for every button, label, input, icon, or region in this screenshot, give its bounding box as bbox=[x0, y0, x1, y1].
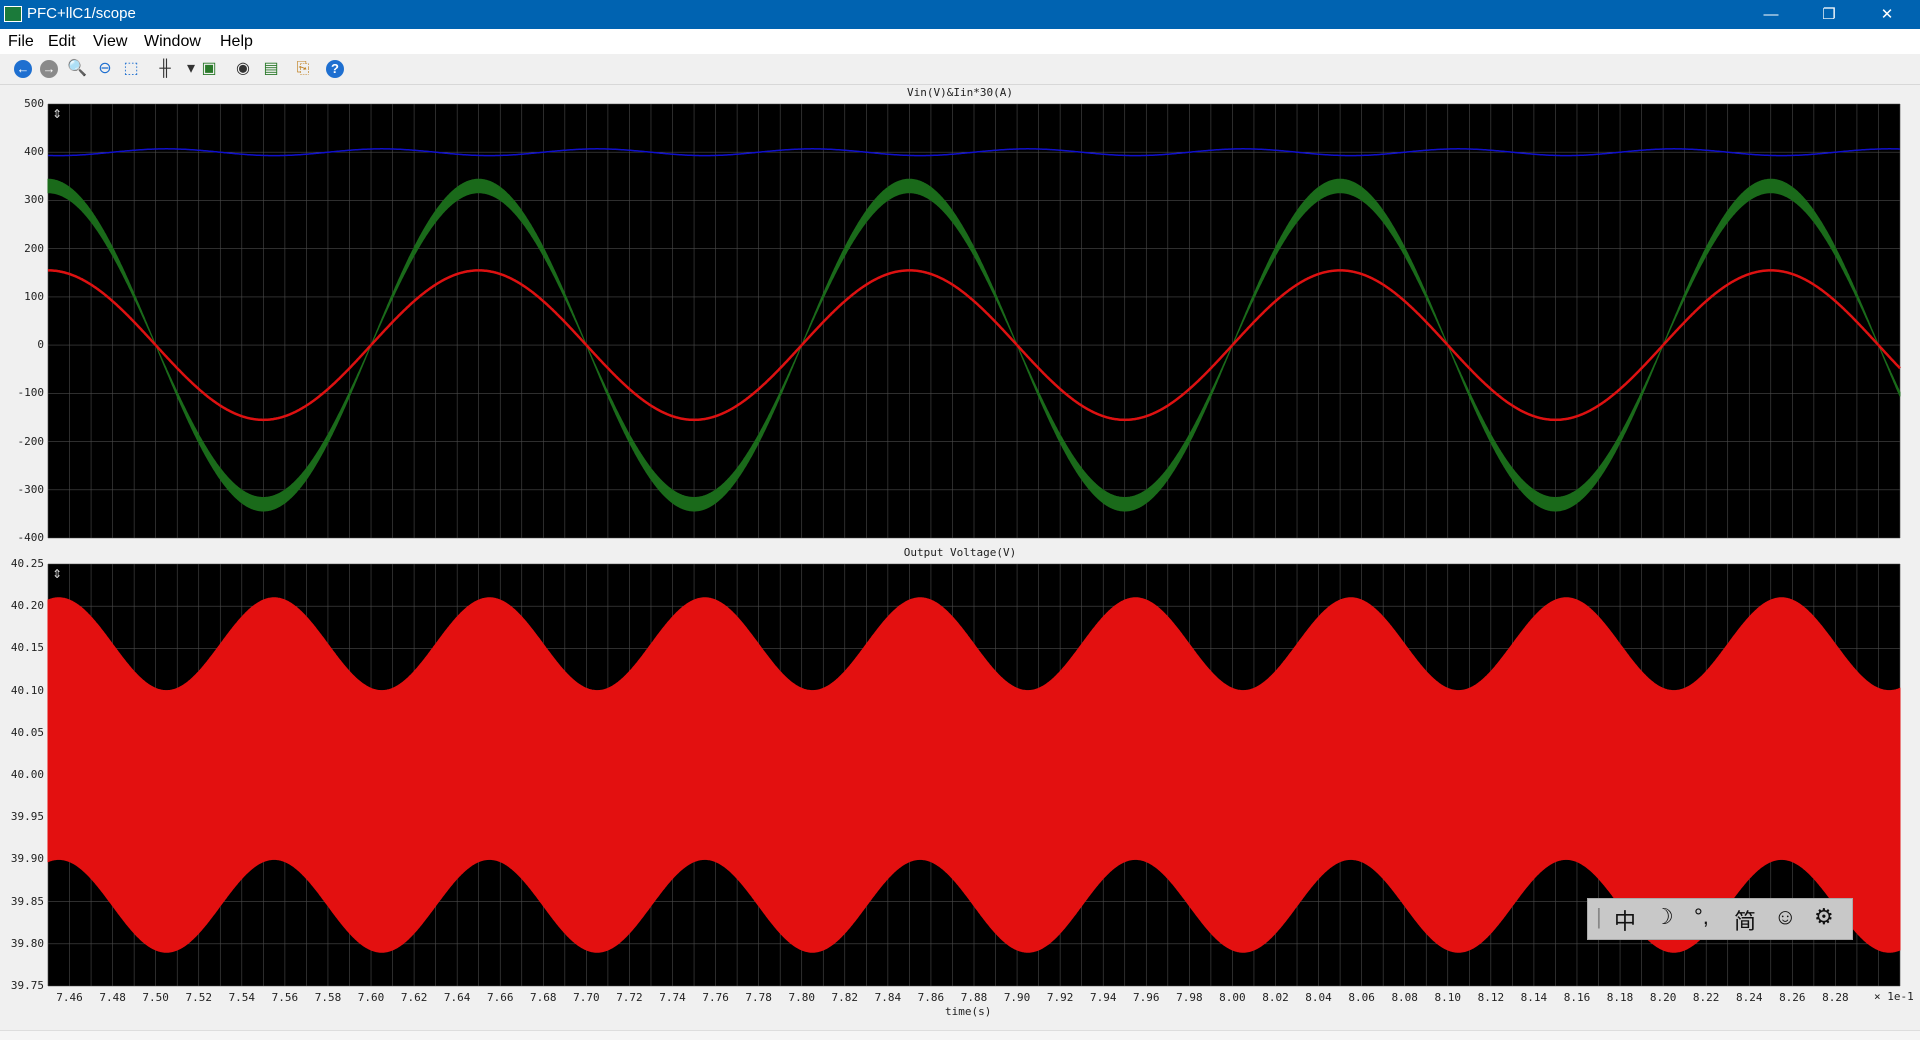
y-tick-label: 40.15 bbox=[10, 641, 44, 655]
zoom-out-icon[interactable]: ⊖ bbox=[94, 58, 116, 80]
ime-toolbar[interactable]: | 中 ☽ °, 简 ☺ ⚙ bbox=[1587, 898, 1853, 940]
y-tick-label: 39.95 bbox=[10, 810, 44, 824]
y-tick-label: -100 bbox=[17, 386, 45, 400]
minimize-button[interactable]: — bbox=[1748, 0, 1794, 29]
help-icon[interactable]: ? bbox=[326, 60, 344, 78]
panel1-chart: ⇕ bbox=[47, 103, 1901, 539]
app-icon bbox=[4, 6, 22, 22]
window-title: PFC+llC1/scope bbox=[27, 5, 136, 22]
screen-icon[interactable]: ▤ bbox=[260, 58, 282, 80]
menu-edit[interactable]: Edit bbox=[48, 33, 76, 51]
y-tick-label: 39.85 bbox=[10, 894, 44, 908]
menu-file[interactable]: File bbox=[8, 33, 34, 51]
y-tick-label: 300 bbox=[24, 193, 44, 207]
cursor-icon[interactable]: ╫ bbox=[154, 58, 176, 80]
title-bar: PFC+llC1/scope — ❐ ✕ bbox=[0, 0, 1920, 29]
panel1-title: Vin(V)&Iin*30(A) bbox=[907, 86, 1013, 99]
cursor-marker-icon[interactable]: ⇕ bbox=[52, 107, 62, 121]
display-icon[interactable]: ▣ bbox=[198, 58, 220, 80]
x-tick-label: 8.28 bbox=[1822, 991, 1849, 1004]
x-axis-scale: 1e-1 bbox=[1887, 990, 1914, 1003]
y-tick-label: 400 bbox=[24, 145, 44, 159]
x-axis-multiplier: × 1e-1 bbox=[1874, 990, 1914, 1003]
toolbar: ← → 🔍 ⊖ ⬚ ╫ ▾ ▣ ◉ ▤ ⎘? bbox=[0, 54, 1920, 85]
y-tick-label: 40.25 bbox=[10, 557, 44, 570]
ime-moon-icon[interactable]: ☽ bbox=[1654, 904, 1674, 930]
ime-settings-icon[interactable]: ⚙ bbox=[1814, 904, 1834, 930]
y-tick-label: -300 bbox=[17, 482, 45, 496]
y-tick-label: -200 bbox=[17, 434, 45, 448]
zoom-fit-icon[interactable]: ⬚ bbox=[120, 58, 142, 80]
ime-separator: | bbox=[1596, 904, 1602, 929]
y-tick-label: -400 bbox=[17, 531, 45, 544]
menu-view[interactable]: View bbox=[93, 33, 127, 51]
y-tick-label: 39.90 bbox=[10, 852, 44, 866]
back-icon[interactable]: ← bbox=[14, 60, 32, 78]
y-tick-label: 40.00 bbox=[10, 768, 44, 781]
menu-bar: File Edit View Window Help bbox=[0, 29, 1920, 54]
y-tick-label: 40.05 bbox=[10, 725, 44, 739]
export-icon[interactable]: ⎘ bbox=[292, 58, 314, 80]
ime-punct-icon[interactable]: °, bbox=[1694, 904, 1709, 930]
ime-simplified-icon[interactable]: 简 bbox=[1734, 904, 1756, 936]
menu-help[interactable]: Help bbox=[220, 33, 253, 51]
forward-icon[interactable]: → bbox=[40, 60, 58, 78]
y-tick-label: 40.20 bbox=[10, 599, 44, 613]
panel2-title: Output Voltage(V) bbox=[903, 546, 1017, 559]
y-tick-label: 39.80 bbox=[10, 936, 44, 950]
x-axis-label: time(s) bbox=[945, 1005, 992, 1018]
y-tick-label: 39.75 bbox=[10, 979, 44, 992]
restore-button[interactable]: ❐ bbox=[1806, 0, 1852, 29]
grid bbox=[47, 103, 1901, 539]
menu-window[interactable]: Window bbox=[144, 33, 201, 51]
y-tick-label: 200 bbox=[24, 241, 44, 255]
cursor-marker-icon[interactable]: ⇕ bbox=[52, 567, 62, 581]
y-tick-label: 500 bbox=[24, 97, 44, 110]
y-tick-label: 0 bbox=[37, 338, 44, 352]
y-tick-label: 40.10 bbox=[10, 683, 44, 697]
y-tick-label: 100 bbox=[24, 289, 44, 303]
ime-chinese-icon[interactable]: 中 bbox=[1614, 904, 1636, 936]
close-button[interactable]: ✕ bbox=[1864, 0, 1910, 29]
eye-icon[interactable]: ◉ bbox=[232, 58, 254, 80]
zoom-in-icon[interactable]: 🔍 bbox=[66, 58, 88, 80]
ime-emoji-icon[interactable]: ☺ bbox=[1774, 904, 1796, 930]
